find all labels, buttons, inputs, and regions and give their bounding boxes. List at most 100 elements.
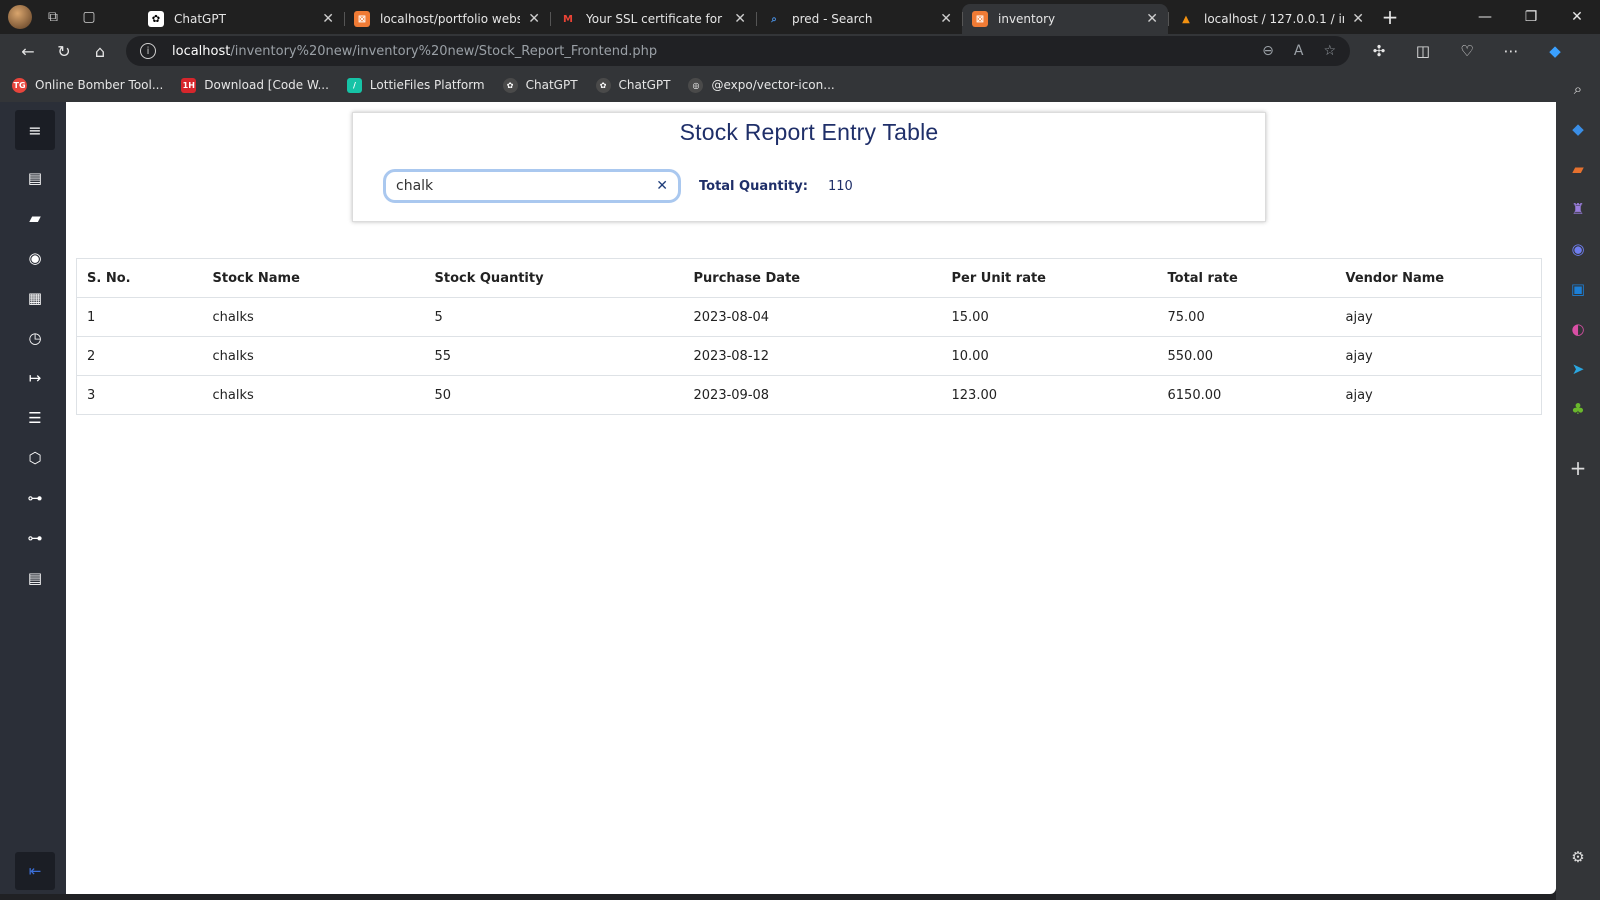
cell-vendor-name: ajay <box>1335 336 1542 376</box>
profile-avatar[interactable] <box>8 5 32 29</box>
sitemap-alt-icon[interactable]: ⊶ <box>15 524 55 552</box>
bookmark-online-bomber[interactable]: TG Online Bomber Tool... <box>12 77 164 93</box>
close-tab-icon[interactable]: ✕ <box>1352 11 1364 27</box>
stock-report-table: S. No. Stock Name Stock Quantity Purchas… <box>76 258 1542 415</box>
xampp-favicon-icon: ⊠ <box>354 11 370 27</box>
more-menu-icon[interactable]: ⋯ <box>1492 42 1530 60</box>
tools-briefcase-icon[interactable]: ▰ <box>1556 160 1600 178</box>
site-info-icon[interactable]: i <box>140 43 156 59</box>
document-icon[interactable]: ▤ <box>15 164 55 192</box>
bookmark-chatgpt-2[interactable]: ✿ ChatGPT <box>595 77 671 93</box>
file-plus-icon[interactable]: ▤ <box>15 564 55 592</box>
restore-icon[interactable]: ❐ <box>1508 9 1554 25</box>
telegram-icon[interactable]: ➤ <box>1556 360 1600 378</box>
bookmark-expo-icons[interactable]: ◎ @expo/vector-icon... <box>688 77 835 93</box>
tab-search[interactable]: ⌕ pred - Search ✕ <box>756 4 962 34</box>
bookmark-favicon-icon: TG <box>12 77 27 93</box>
favorite-star-icon[interactable]: ☆ <box>1323 43 1336 59</box>
col-header-stock-quantity: Stock Quantity <box>424 258 684 298</box>
table-row: 1 chalks 5 2023-08-04 15.00 75.00 ajay <box>76 297 1542 337</box>
bookmark-label: Online Bomber Tool... <box>35 78 164 92</box>
clock-icon[interactable]: ◷ <box>15 324 55 352</box>
copilot-icon[interactable]: ◆ <box>1536 42 1574 60</box>
shopping-tag-icon[interactable]: ◆ <box>1556 120 1600 138</box>
close-tab-icon[interactable]: ✕ <box>322 11 334 27</box>
bookmark-label: LottieFiles Platform <box>369 78 485 92</box>
total-quantity-value: 110 <box>827 179 853 194</box>
outlook-icon[interactable]: ▣ <box>1556 280 1600 298</box>
cell-stock-quantity: 50 <box>424 375 684 415</box>
cell-purchase-date: 2023-08-12 <box>683 336 942 376</box>
calendar-check-icon[interactable]: ▦ <box>15 284 55 312</box>
url-host: localhost <box>172 43 231 59</box>
page-viewport: ≡ ▤ ▰ ◉ ▦ ◷ ↦ ☰ ⬡ ⊶ ⊶ ▤ ⇤ Stock Report E… <box>0 102 1556 894</box>
sidebar-settings-icon[interactable]: ⚙ <box>1556 848 1600 866</box>
clear-search-icon[interactable]: ✕ <box>656 178 668 194</box>
briefcase-icon[interactable]: ▰ <box>15 204 55 232</box>
close-window-icon[interactable]: ✕ <box>1554 9 1600 25</box>
close-tab-icon[interactable]: ✕ <box>1146 11 1158 27</box>
cube-icon[interactable]: ⬡ <box>15 444 55 472</box>
minimize-icon[interactable]: — <box>1462 9 1508 25</box>
new-tab-button[interactable]: + <box>1374 5 1406 29</box>
bookmark-lottiefiles[interactable]: / LottieFiles Platform <box>346 77 485 93</box>
user-circle-icon[interactable]: ◉ <box>15 244 55 272</box>
tab-chatgpt[interactable]: ✿ ChatGPT ✕ <box>138 4 344 34</box>
col-header-purchase-date: Purchase Date <box>683 258 942 298</box>
search-box: ✕ <box>383 169 681 203</box>
cell-total-rate: 6150.00 <box>1157 375 1336 415</box>
close-tab-icon[interactable]: ✕ <box>528 11 540 27</box>
bookmark-label: ChatGPT <box>618 78 671 92</box>
address-bar-actions: ⊖ A ☆ <box>1262 43 1336 59</box>
refresh-icon[interactable]: ↻ <box>46 36 82 66</box>
split-screen-icon[interactable]: ◫ <box>1404 42 1442 60</box>
list-icon[interactable]: ☰ <box>15 404 55 432</box>
tab-strip-controls: ⧉ ▢ <box>0 4 138 30</box>
total-quantity-label: Total Quantity: <box>699 179 808 194</box>
cell-vendor-name: ajay <box>1335 297 1542 337</box>
browser-toolbar: ← ↻ ⌂ i localhost/inventory%20new/invent… <box>0 34 1600 68</box>
bookmark-download-code[interactable]: 1H Download [Code W... <box>181 77 329 93</box>
bookmark-chatgpt-1[interactable]: ✿ ChatGPT <box>502 77 578 93</box>
tree-icon[interactable]: ♣ <box>1556 400 1600 418</box>
games-icon[interactable]: ♜ <box>1556 200 1600 218</box>
tab-gmail[interactable]: M Your SSL certificate for kun ✕ <box>550 4 756 34</box>
workspaces-icon[interactable]: ⧉ <box>38 4 68 30</box>
browser-essentials-icon[interactable]: ♡ <box>1448 42 1486 60</box>
close-tab-icon[interactable]: ✕ <box>940 11 952 27</box>
total-quantity: Total Quantity: 110 <box>699 179 853 194</box>
sign-out-arrow-icon[interactable]: ↦ <box>15 364 55 392</box>
zoom-out-icon[interactable]: ⊖ <box>1262 43 1274 59</box>
col-header-stock-name: Stock Name <box>202 258 425 298</box>
close-tab-icon[interactable]: ✕ <box>734 11 746 27</box>
search-input[interactable] <box>396 178 657 194</box>
read-aloud-icon[interactable]: A <box>1294 43 1304 59</box>
address-bar[interactable]: i localhost/inventory%20new/inventory%20… <box>126 36 1350 66</box>
back-icon[interactable]: ← <box>10 36 46 66</box>
chatgpt-favicon-icon: ✿ <box>595 77 611 93</box>
tab-portfolio[interactable]: ⊠ localhost/portfolio website ✕ <box>344 4 550 34</box>
home-icon[interactable]: ⌂ <box>82 36 118 66</box>
tab-inventory[interactable]: ⊠ inventory ✕ <box>962 4 1168 34</box>
table-header-row: S. No. Stock Name Stock Quantity Purchas… <box>76 258 1542 298</box>
stock-report-header-card: Stock Report Entry Table ✕ Total Quantit… <box>352 112 1266 222</box>
col-header-vendor-name: Vendor Name <box>1335 258 1542 298</box>
extensions-icon[interactable]: ✣ <box>1360 42 1398 60</box>
app-sidebar: ≡ ▤ ▰ ◉ ▦ ◷ ↦ ☰ ⬡ ⊶ ⊶ ▤ ⇤ <box>0 102 66 894</box>
designer-icon[interactable]: ◐ <box>1556 320 1600 338</box>
tab-title: inventory <box>998 12 1056 26</box>
xampp-favicon-icon: ⊠ <box>972 11 988 27</box>
search-icon[interactable]: ⌕ <box>1556 80 1600 98</box>
logout-icon[interactable]: ⇤ <box>15 852 55 890</box>
gmail-favicon-icon: M <box>563 13 573 25</box>
copilot-sidebar-icon[interactable]: ◉ <box>1556 240 1600 258</box>
table-row: 3 chalks 50 2023-09-08 123.00 6150.00 aj… <box>76 375 1542 415</box>
add-sidebar-app-icon[interactable]: + <box>1556 456 1600 480</box>
sitemap-icon[interactable]: ⊶ <box>15 484 55 512</box>
tab-phpmyadmin[interactable]: ▲ localhost / 127.0.0.1 / inven ✕ <box>1168 4 1374 34</box>
toolbar-actions: ✣ ◫ ♡ ⋯ ◆ <box>1360 42 1574 60</box>
bookmarks-bar: TG Online Bomber Tool... 1H Download [Co… <box>0 68 1600 102</box>
menu-toggle-icon[interactable]: ≡ <box>15 110 55 150</box>
cell-sno: 3 <box>76 375 203 415</box>
tab-actions-icon[interactable]: ▢ <box>74 4 104 30</box>
